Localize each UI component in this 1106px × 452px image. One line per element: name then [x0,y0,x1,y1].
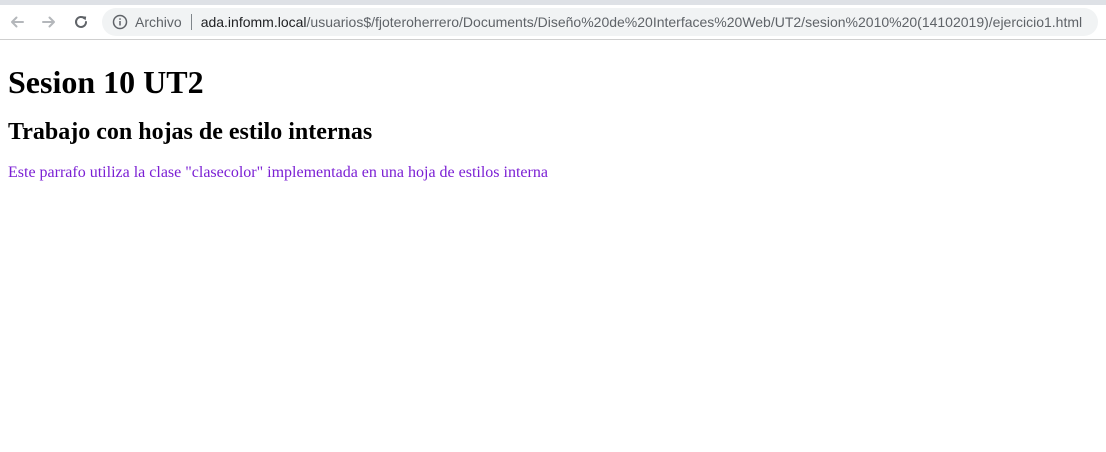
page-subtitle: Trabajo con hojas de estilo internas [8,119,373,145]
browser-toolbar: Archivo ada.infomm.local/usuarios$/fjote… [0,5,1106,40]
reload-button[interactable] [66,8,96,36]
address-separator [190,14,192,30]
address-bar[interactable]: Archivo ada.infomm.local/usuarios$/fjote… [102,8,1098,36]
url-path[interactable]: /usuarios$/fjoteroherrero/Documents/Dise… [307,14,1083,30]
colored-paragraph: Este parrafo utiliza la clase "clasecolo… [8,164,548,181]
forward-button[interactable] [34,8,64,36]
arrow-right-icon [42,16,55,28]
security-chip-label[interactable]: Archivo [135,14,182,30]
page-title: Sesion 10 UT2 [8,64,204,100]
arrow-left-icon [11,16,24,28]
back-button[interactable] [2,8,32,36]
page-content: Sesion 10 UT2 Trabajo con hojas de estil… [0,40,1106,183]
reload-icon [75,15,87,28]
url-host[interactable]: ada.infomm.local [201,14,307,30]
info-icon[interactable] [112,14,128,30]
